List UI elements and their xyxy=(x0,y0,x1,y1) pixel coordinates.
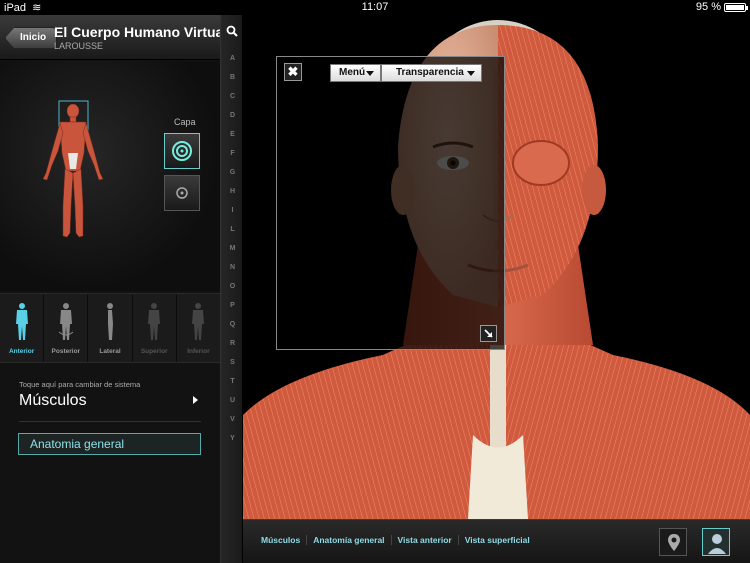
alphabet-letter[interactable]: C xyxy=(221,93,244,112)
view-anterior[interactable]: Anterior xyxy=(0,294,45,362)
profile-button[interactable] xyxy=(702,528,730,556)
chevron-right-icon[interactable] xyxy=(193,396,198,404)
resize-handle[interactable] xyxy=(480,325,497,342)
figure-side-icon xyxy=(107,303,113,340)
body-navigator: Capa xyxy=(0,61,220,291)
alphabet-index: ABCDEFGHILMNOPQRSTUVY xyxy=(220,15,243,563)
figure-front-icon xyxy=(15,303,28,340)
resize-arrow-icon xyxy=(484,329,493,338)
system-hint: Toque aquí para cambiar de sistema xyxy=(19,380,141,389)
alphabet-letter[interactable]: Y xyxy=(221,435,244,454)
alphabet-letter[interactable]: T xyxy=(221,378,244,397)
alphabet-letter[interactable]: V xyxy=(221,416,244,435)
alphabet-letter[interactable]: L xyxy=(221,226,244,245)
view-lateral[interactable]: Lateral xyxy=(88,294,133,362)
dot-icon xyxy=(176,187,188,199)
caret-down-icon xyxy=(467,71,475,76)
menu-dropdown[interactable]: Menú xyxy=(330,64,381,82)
status-bar: iPad ≋ 11:07 95 % xyxy=(0,0,750,15)
person-icon xyxy=(708,534,726,554)
caret-down-icon xyxy=(366,71,374,76)
alphabet-letter[interactable]: U xyxy=(221,397,244,416)
transparency-window[interactable] xyxy=(276,56,505,350)
alphabet-letter[interactable]: I xyxy=(221,207,244,226)
status-battery: 95 % xyxy=(696,1,748,13)
alphabet-letter[interactable]: P xyxy=(221,302,244,321)
bottom-bar: Músculos Anatomía general Vista anterior… xyxy=(243,519,750,563)
alphabet-letter[interactable]: H xyxy=(221,188,244,207)
alphabet-letter[interactable]: S xyxy=(221,359,244,378)
breadcrumb-item[interactable]: Vista superficial xyxy=(459,535,536,545)
alphabet-letter[interactable]: M xyxy=(221,245,244,264)
alphabet-letter[interactable]: O xyxy=(221,283,244,302)
figure-back-icon xyxy=(58,303,74,340)
alphabet-letter[interactable]: B xyxy=(221,74,244,93)
battery-icon xyxy=(724,2,748,12)
layer-label: Capa xyxy=(174,117,196,127)
breadcrumb-item[interactable]: Vista anterior xyxy=(392,535,459,545)
status-time: 11:07 xyxy=(361,1,389,13)
alphabet-letter[interactable]: D xyxy=(221,112,244,131)
view-inferior[interactable]: Inferior xyxy=(177,294,220,362)
alphabet-letter[interactable]: F xyxy=(221,150,244,169)
app-header: Inicio El Cuerpo Humano Virtual LAROUSSE xyxy=(0,15,227,60)
view-selector: Anterior Posterior Lateral Superior Infe… xyxy=(0,293,220,363)
view-superior[interactable]: Superior xyxy=(133,294,177,362)
breadcrumb-item[interactable]: Anatomía general xyxy=(307,535,392,545)
alphabet-list: ABCDEFGHILMNOPQRSTUVY xyxy=(221,55,244,454)
alphabet-letter[interactable]: A xyxy=(221,55,244,74)
alphabet-letter[interactable]: G xyxy=(221,169,244,188)
layer-button-surface[interactable] xyxy=(164,133,200,169)
divider xyxy=(19,421,201,422)
search-icon[interactable] xyxy=(226,25,238,37)
close-icon[interactable]: ✖ xyxy=(284,63,302,81)
pin-button[interactable] xyxy=(659,528,687,556)
breadcrumb-item[interactable]: Músculos xyxy=(259,535,308,545)
target-icon xyxy=(172,141,192,161)
figure-top-icon xyxy=(148,303,161,340)
map-pin-icon xyxy=(668,534,680,551)
alphabet-letter[interactable]: N xyxy=(221,264,244,283)
alphabet-letter[interactable]: Q xyxy=(221,321,244,340)
figure-bottom-icon xyxy=(192,303,205,340)
layer-button-deep[interactable] xyxy=(164,175,200,211)
alphabet-letter[interactable]: R xyxy=(221,340,244,359)
app-subtitle: LAROUSSE xyxy=(54,41,104,51)
breadcrumb: Músculos Anatomía general Vista anterior… xyxy=(259,535,536,545)
transparency-dropdown[interactable]: Transparencia xyxy=(381,64,482,82)
system-selector[interactable]: Músculos xyxy=(19,392,87,410)
back-button[interactable]: Inicio xyxy=(5,27,58,49)
left-panel: Inicio El Cuerpo Humano Virtual LAROUSSE… xyxy=(0,15,227,563)
app-title: El Cuerpo Humano Virtual xyxy=(54,24,228,40)
alphabet-letter[interactable]: E xyxy=(221,131,244,150)
section-button[interactable]: Anatomia general xyxy=(18,433,201,455)
view-posterior[interactable]: Posterior xyxy=(44,294,89,362)
